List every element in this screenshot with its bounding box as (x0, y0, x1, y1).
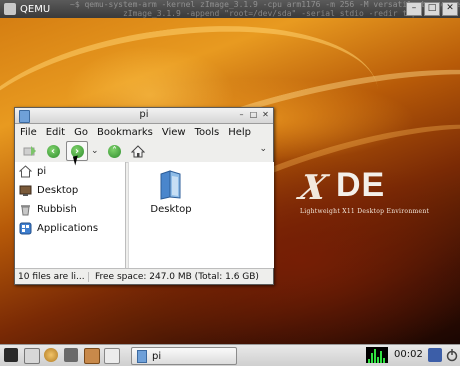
taskbar-window-label: pi (152, 350, 162, 362)
home-icon (130, 144, 145, 157)
applications-icon (19, 222, 32, 235)
maximize-icon[interactable]: □ (424, 2, 440, 16)
window-titlebar[interactable]: pi – □ ✕ (15, 108, 273, 124)
browser-launcher-icon[interactable] (44, 348, 58, 362)
qemu-app-icon (4, 3, 16, 15)
trash-icon (21, 205, 30, 216)
file-item-label: Desktop (150, 204, 192, 215)
side-pane: pi Desktop Rubbish Applications (15, 162, 126, 268)
close-icon[interactable]: ✕ (442, 2, 458, 16)
sidebar-item-label: Applications (37, 223, 99, 234)
content-panes: pi Desktop Rubbish Applications Desktop (15, 162, 274, 268)
file-manager-window: pi – □ ✕ File Edit Go Bookmarks View Too… (14, 107, 274, 285)
taskbar: pi 00:02 (0, 344, 460, 366)
sidebar-item-label: pi (37, 166, 47, 177)
up-button[interactable]: ˄ (105, 142, 125, 160)
toolbar-overflow-chevron-icon[interactable]: ⌄ (259, 144, 267, 154)
cpu-monitor (366, 347, 388, 363)
toolbar: ‹ › ⌄ ˄ ⌄ (15, 140, 273, 163)
qemu-command-line-ghost: ~$ qemu-system-arm -kernel zImage_3.1.9 … (70, 0, 460, 18)
menu-help[interactable]: Help (228, 127, 251, 138)
maximize-icon[interactable]: □ (249, 110, 258, 119)
new-tab-button[interactable] (20, 142, 40, 160)
status-bar: 10 files are li... Free space: 247.0 MB … (15, 268, 273, 284)
workspace-2-icon[interactable] (104, 348, 120, 364)
sidebar-item-desktop[interactable]: Desktop (15, 181, 125, 200)
menu-edit[interactable]: Edit (46, 127, 65, 138)
menu-tools[interactable]: Tools (195, 127, 220, 138)
file-list-pane: Desktop (128, 162, 274, 268)
workspace-1-icon[interactable] (84, 348, 100, 364)
minimize-icon[interactable]: – (406, 2, 422, 16)
clock[interactable]: 00:02 (394, 349, 423, 360)
terminal-launcher-icon[interactable] (64, 348, 78, 362)
menubar: File Edit Go Bookmarks View Tools Help (15, 124, 273, 140)
start-menu-icon[interactable] (4, 348, 18, 362)
qemu-title: QEMU (20, 3, 51, 15)
menu-file[interactable]: File (20, 127, 37, 138)
taskbar-window-button[interactable]: pi (131, 347, 237, 365)
up-arrow-icon: ˄ (108, 144, 122, 158)
sidebar-item-pi[interactable]: pi (15, 162, 125, 181)
home-icon (19, 165, 32, 178)
power-icon[interactable] (446, 348, 460, 362)
menu-bookmarks[interactable]: Bookmarks (97, 127, 153, 138)
back-arrow-icon: ‹ (46, 144, 60, 158)
qemu-titlebar: QEMU ~$ qemu-system-arm -kernel zImage_3… (0, 0, 460, 18)
history-dropdown-chevron-icon[interactable]: ⌄ (91, 146, 99, 156)
file-item-desktop[interactable]: Desktop (147, 170, 195, 215)
qemu-window-controls: – □ ✕ (406, 2, 458, 16)
status-free-space: Free space: 247.0 MB (Total: 1.6 GB) (95, 271, 259, 282)
window-title: pi (139, 109, 149, 120)
sidebar-item-rubbish[interactable]: Rubbish (15, 200, 125, 219)
new-tab-icon (23, 146, 36, 156)
status-items: 10 files are li... (15, 271, 89, 282)
home-button[interactable] (128, 142, 148, 160)
window-controls: – □ ✕ (237, 110, 270, 119)
sidebar-item-label: Desktop (37, 185, 79, 196)
desktop-icon (19, 185, 32, 196)
menu-go[interactable]: Go (74, 127, 88, 138)
sidebar-item-applications[interactable]: Applications (15, 219, 125, 238)
lxde-logo-de: DE (336, 166, 386, 204)
minimize-icon[interactable]: – (237, 110, 246, 119)
lxde-logo-tagline: Lightweight X11 Desktop Environment (300, 208, 430, 215)
file-manager-launcher-icon[interactable] (24, 348, 40, 364)
menu-view[interactable]: View (162, 127, 186, 138)
close-icon[interactable]: ✕ (261, 110, 270, 119)
file-manager-icon (137, 349, 147, 363)
back-button[interactable]: ‹ (43, 142, 63, 160)
folder-icon (158, 170, 184, 200)
screen-lock-icon[interactable] (428, 348, 442, 362)
sidebar-item-label: Rubbish (37, 204, 77, 215)
